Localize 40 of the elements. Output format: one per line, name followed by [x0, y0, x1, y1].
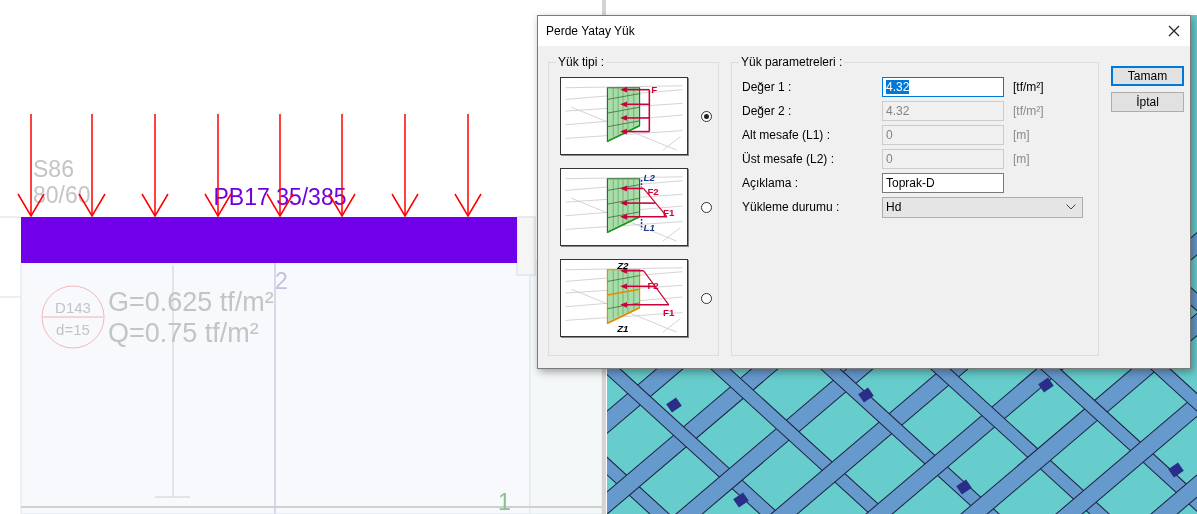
diagram-label: F1: [662, 306, 675, 318]
diagram-label: F: [651, 83, 658, 95]
field-label: Değer 2 :: [742, 104, 793, 118]
radio-button[interactable]: [701, 292, 712, 304]
unit-label: [m]: [1013, 128, 1030, 142]
window-title: Perde Yatay Yük: [546, 24, 635, 38]
diagram-label: F2: [647, 186, 659, 198]
diagram-label: F1: [662, 206, 675, 218]
dialog-button[interactable]: İptal: [1111, 92, 1184, 112]
diagram-label: L1: [643, 222, 655, 234]
group-title: Yük parametreleri :: [739, 55, 845, 69]
radio-button[interactable]: [701, 201, 712, 213]
slab-load-label: G=0.625 tf/m²: [108, 287, 274, 317]
column-size-label: 80/60: [33, 182, 91, 208]
unit-label: [m]: [1013, 152, 1030, 166]
group-title: Yük tipi :: [556, 55, 607, 69]
field-label: Yükleme durumu :: [742, 200, 841, 214]
input-field[interactable]: Toprak-D: [882, 173, 1004, 193]
field-label: Alt mesafe (L1) :: [742, 128, 832, 142]
slab-marker: [41, 285, 105, 349]
chevron-down-icon: [1066, 204, 1076, 210]
axis-label: 2: [275, 268, 288, 294]
dialog-button[interactable]: Tamam: [1111, 66, 1184, 86]
slab-thickness: d=15: [56, 321, 90, 338]
diagram-label: Z1: [617, 323, 629, 335]
axis-label: 1: [498, 489, 511, 514]
close-icon[interactable]: [1168, 25, 1180, 37]
field-label: Açıklama :: [742, 176, 799, 190]
field-label: Değer 1 :: [742, 80, 793, 94]
unit-label: [tf/m²]: [1013, 80, 1044, 94]
radio-button[interactable]: [701, 110, 712, 122]
slab-load-label: Q=0.75 tf/m²: [108, 318, 259, 348]
slab-id: D143: [55, 299, 91, 316]
dropdown[interactable]: Hd: [882, 196, 1083, 218]
column-label: S86: [33, 156, 74, 182]
diagram-label: L2: [643, 171, 655, 183]
input-field[interactable]: 4.32: [882, 77, 1004, 97]
field-label: Üst mesafe (L2) :: [742, 152, 836, 166]
diagram-label: Z2: [617, 260, 629, 271]
unit-label: [tf/m²]: [1013, 104, 1044, 118]
